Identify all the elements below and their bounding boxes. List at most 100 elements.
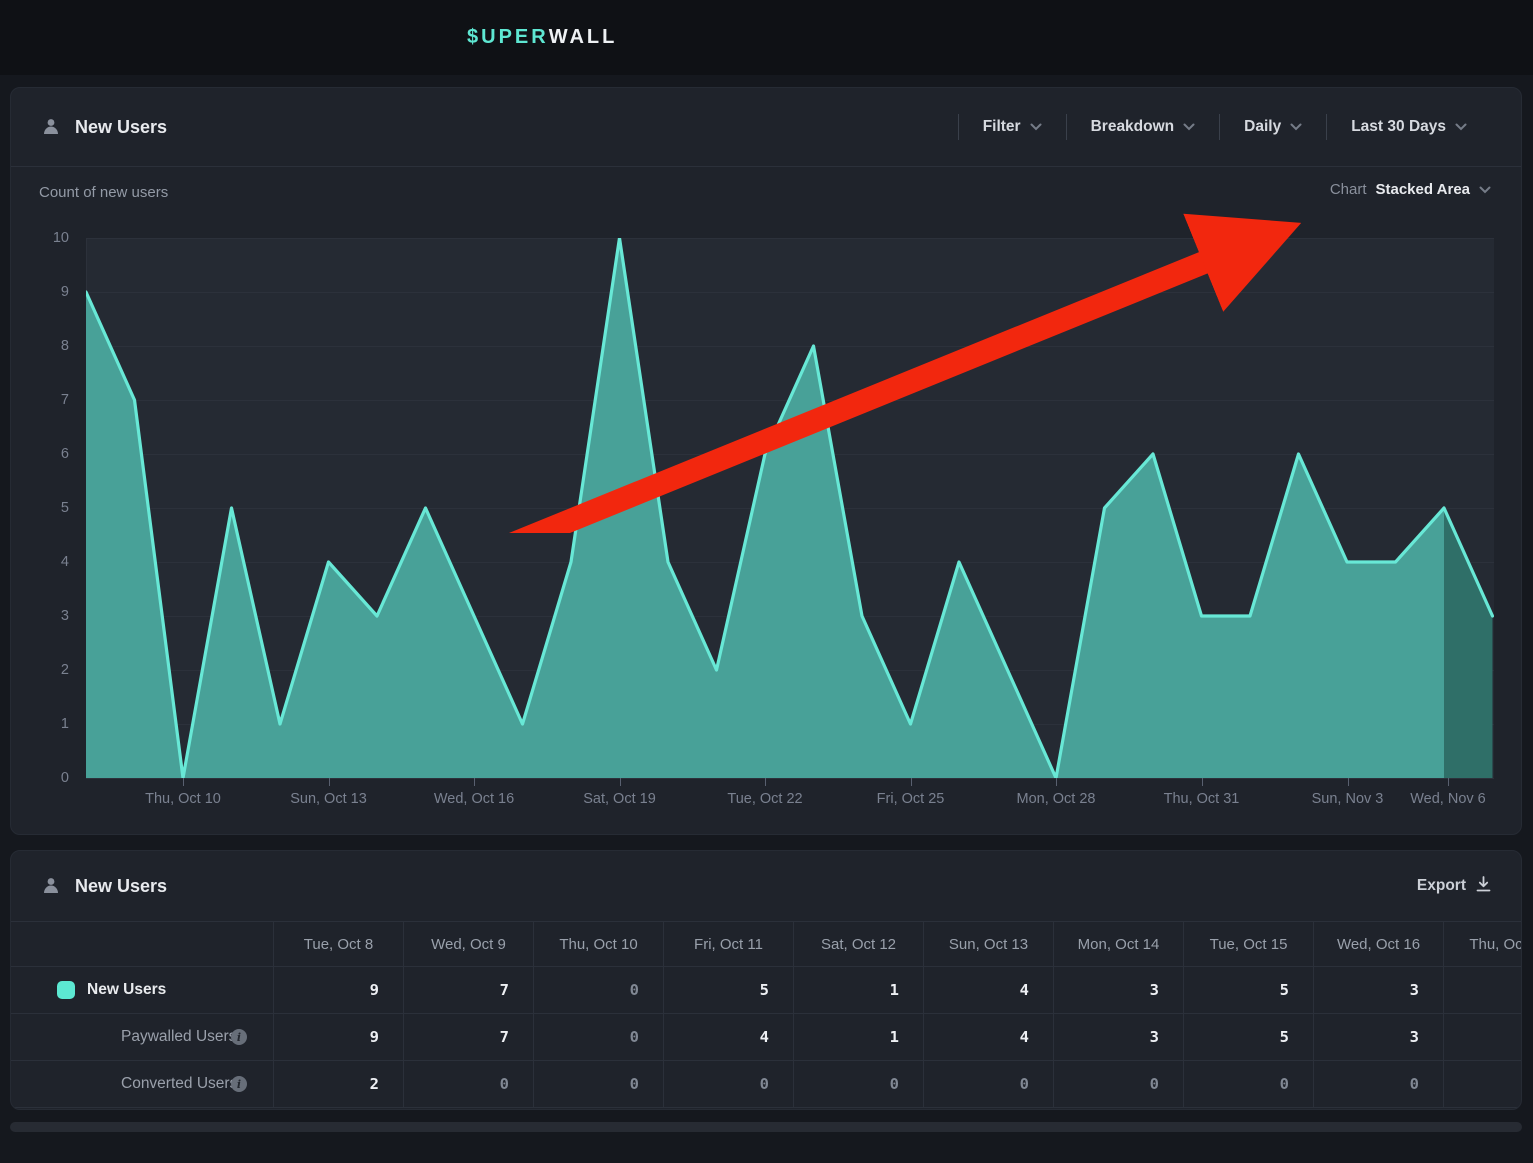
chart-type-value: Stacked Area (1376, 181, 1471, 198)
table-date-header: Thu, Oct 10 (533, 922, 663, 967)
row-label-text: Paywalled Users (121, 1028, 236, 1046)
x-axis-tick (183, 778, 184, 786)
table-row-label: Converted Usersi (11, 1061, 273, 1108)
filter-dropdown[interactable]: Filter (959, 118, 1066, 136)
table-value-cell: 7 (403, 1014, 533, 1061)
table-value-cell: 3 (1313, 1014, 1443, 1061)
y-axis-tick-label: 2 (11, 660, 69, 680)
table-value-cell: 0 (793, 1061, 923, 1108)
table-date-header: Tue, Oct 8 (273, 922, 403, 967)
x-axis-tick (1056, 778, 1057, 786)
x-axis-tick (329, 778, 330, 786)
table-corner-cell (11, 922, 273, 967)
y-axis-tick-label: 6 (11, 444, 69, 464)
table-date-header: Wed, Oct 16 (1313, 922, 1443, 967)
x-axis-tick-label: Fri, Oct 25 (846, 791, 976, 807)
x-axis-tick-label: Wed, Nov 6 (1383, 791, 1513, 807)
table-panel-header: New Users Export (11, 851, 1521, 921)
chevron-down-icon (1030, 123, 1042, 131)
y-axis-tick-label: 0 (11, 768, 69, 788)
chevron-down-icon (1455, 123, 1467, 131)
superwall-logo: $UPERWALL (467, 0, 617, 75)
logo-text-teal: $UPER (467, 26, 549, 49)
table-row-label: Paywalled Usersi (11, 1014, 273, 1061)
table-date-header: Wed, Oct 9 (403, 922, 533, 967)
table-value-cell: 4 (923, 967, 1053, 1014)
chart-controls: Filter Breakdown Daily Last 30 Days (958, 114, 1491, 140)
y-axis-tick-label: 5 (11, 498, 69, 518)
info-icon[interactable]: i (231, 1029, 247, 1045)
horizontal-scrollbar[interactable] (10, 1122, 1522, 1132)
table-value-cell (1443, 967, 1522, 1014)
new-users-table-panel: New Users Export Tue, Oct 8Wed, Oct 9Thu… (10, 850, 1522, 1110)
table-date-header: Mon, Oct 14 (1053, 922, 1183, 967)
chevron-down-icon (1183, 123, 1195, 131)
y-axis-tick-label: 10 (11, 228, 69, 248)
partial-period-shading (1444, 508, 1493, 778)
y-axis-tick-label: 9 (11, 282, 69, 302)
x-axis-tick-label: Tue, Oct 22 (700, 791, 830, 807)
x-axis-tick (911, 778, 912, 786)
table-value-cell: 4 (923, 1014, 1053, 1061)
person-icon (41, 876, 61, 896)
download-icon (1476, 876, 1491, 897)
table-value-cell: 4 (663, 1014, 793, 1061)
table-value-cell: 0 (1183, 1061, 1313, 1108)
chevron-down-icon (1479, 186, 1491, 194)
y-axis-tick-label: 8 (11, 336, 69, 356)
export-label: Export (1417, 877, 1466, 895)
table-value-cell: 5 (1183, 967, 1313, 1014)
daily-dropdown[interactable]: Daily (1220, 118, 1326, 136)
x-axis-tick-label: Sat, Oct 19 (555, 791, 685, 807)
table-value-cell (1443, 1061, 1522, 1108)
logo-text-white: WALL (549, 26, 618, 49)
info-icon[interactable]: i (231, 1076, 247, 1092)
chart-panel-title: New Users (75, 117, 167, 138)
table-value-cell: 9 (273, 967, 403, 1014)
export-button[interactable]: Export (1417, 876, 1491, 897)
y-axis-tick-label: 1 (11, 714, 69, 734)
chart-type-dropdown[interactable]: Chart Stacked Area (1330, 181, 1491, 198)
x-axis-tick (474, 778, 475, 786)
x-axis-tick-label: Sun, Oct 13 (264, 791, 394, 807)
row-label-text: Converted Users (121, 1075, 237, 1093)
chart-subtitle: Count of new users (39, 184, 168, 201)
x-axis-tick (1348, 778, 1349, 786)
x-axis-tick (765, 778, 766, 786)
x-axis-tick-label: Mon, Oct 28 (991, 791, 1121, 807)
breakdown-dropdown[interactable]: Breakdown (1067, 118, 1220, 136)
table-value-cell: 3 (1053, 967, 1183, 1014)
table-value-cell: 2 (273, 1061, 403, 1108)
table-value-cell: 3 (1053, 1014, 1183, 1061)
chart-type-label: Chart (1330, 181, 1367, 198)
last-30-days-dropdown[interactable]: Last 30 Days (1327, 118, 1491, 136)
dropdown-label: Daily (1244, 118, 1281, 136)
table-value-cell: 0 (663, 1061, 793, 1108)
table-value-cell: 0 (1313, 1061, 1443, 1108)
top-navigation-bar: $UPERWALL (0, 0, 1533, 75)
gridline (86, 778, 1494, 779)
table-value-cell: 0 (533, 1061, 663, 1108)
table-value-cell: 0 (533, 967, 663, 1014)
x-axis-tick (620, 778, 621, 786)
table-value-cell: 1 (793, 1014, 923, 1061)
table-value-cell: 0 (923, 1061, 1053, 1108)
table-date-header: Sun, Oct 13 (923, 922, 1053, 967)
x-axis-tick-label: Wed, Oct 16 (409, 791, 539, 807)
table-value-cell: 5 (663, 967, 793, 1014)
daily-values-table: Tue, Oct 8Wed, Oct 9Thu, Oct 10Fri, Oct … (11, 921, 1522, 1108)
dropdown-label: Breakdown (1091, 118, 1175, 136)
table-value-cell: 3 (1313, 967, 1443, 1014)
table-value-cell: 7 (403, 967, 533, 1014)
table-date-header: Thu, Oct 17 (1443, 922, 1522, 967)
chart-panel-header: New Users Filter Breakdown Daily Last 30 Da… (11, 88, 1521, 166)
x-axis-tick-label: Thu, Oct 10 (118, 791, 248, 807)
y-axis-tick-label: 4 (11, 552, 69, 572)
table-date-header: Sat, Oct 12 (793, 922, 923, 967)
table-value-cell: 9 (273, 1014, 403, 1061)
table-value-cell: 0 (1053, 1061, 1183, 1108)
chevron-down-icon (1290, 123, 1302, 131)
table-row-label: New Users (11, 967, 273, 1014)
dropdown-label: Filter (983, 118, 1021, 136)
table-date-header: Fri, Oct 11 (663, 922, 793, 967)
